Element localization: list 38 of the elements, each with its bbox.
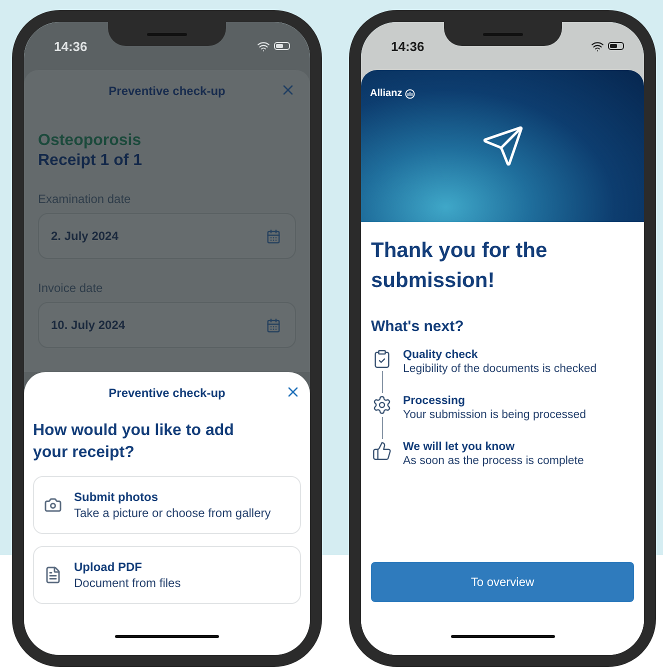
overview-button[interactable]: To overview <box>371 562 634 602</box>
wifi-icon <box>591 40 604 52</box>
upload-option[interactable]: Upload PDF Document from files <box>33 546 301 604</box>
category-title: Osteoporosis <box>38 132 142 150</box>
battery-icon <box>274 42 290 50</box>
camera-icon <box>44 496 62 514</box>
document-icon <box>44 566 62 584</box>
step-title: Processing <box>403 395 466 407</box>
sheet-question: How would you like to add your receipt? <box>33 421 235 463</box>
paper-plane-icon <box>480 124 524 168</box>
step-title: We will let you know <box>403 441 516 453</box>
option-subtitle: Document from files <box>74 576 181 590</box>
date-field[interactable]: 2. July 2024 <box>38 213 296 259</box>
step-title: Quality check <box>403 349 479 361</box>
sheet-title: Preventive check-up <box>108 84 226 98</box>
section-title: What's next? <box>371 318 465 335</box>
calendar-icon <box>266 318 281 332</box>
step-description: As soon as the process is complete <box>403 455 584 467</box>
option-subtitle: Take a picture or choose from gallery <box>74 506 271 520</box>
date-field[interactable]: 10. July 2024 <box>38 302 296 348</box>
step-description: Your submission is being processed <box>403 409 586 421</box>
gear-icon <box>372 395 392 415</box>
sheet-title: Preventive check-up <box>108 386 226 400</box>
upload-option[interactable]: Submit photos Take a picture or choose from gallery <box>33 476 301 534</box>
status-time: 14:36 <box>391 38 424 54</box>
option-title: Upload PDF <box>74 560 143 574</box>
wifi-icon <box>257 40 270 52</box>
step-description: Legibility of the documents is checked <box>403 363 597 375</box>
clipboard-check-icon <box>372 349 392 369</box>
brand-logo-icon <box>405 88 416 98</box>
battery-icon <box>608 42 624 50</box>
thank-you-title: Thank you for the submission! <box>371 238 548 294</box>
receipt-title: Receipt 1 of 1 <box>38 152 144 170</box>
brand-logo-text: Allianz <box>370 88 402 99</box>
status-time: 14:36 <box>54 38 88 54</box>
calendar-icon <box>266 228 281 244</box>
option-title: Submit photos <box>74 490 159 504</box>
thumbs-up-icon <box>372 441 392 461</box>
